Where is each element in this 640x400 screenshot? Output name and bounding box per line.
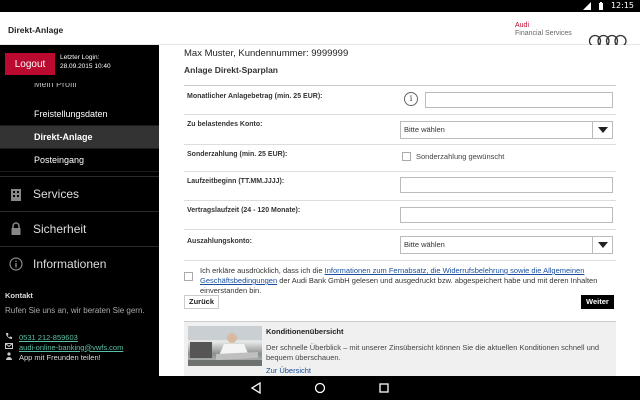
section-title: Anlage Direkt-Sparplan [184, 65, 278, 75]
page-title: Direkt-Anlage [8, 25, 64, 35]
mail-icon [5, 342, 13, 352]
brand-subtitle: Financial Services [515, 30, 572, 37]
form-row-payout-account: Auszahlungskonto: Bitte wählen [184, 230, 616, 261]
last-login-value: 28.09.2015 10:40 [60, 63, 111, 70]
info-icon[interactable]: i [404, 92, 418, 106]
sidebar-item-label: Services [33, 187, 80, 201]
teaser-image [188, 326, 262, 366]
sidebar-item-posteingang[interactable]: Posteingang [0, 149, 159, 172]
special-payment-checkbox[interactable] [402, 152, 411, 161]
contact-heading: Kontakt [5, 291, 33, 300]
share-app[interactable]: App mit Freunden teilen! [5, 352, 101, 362]
select-value: Bitte wählen [404, 125, 445, 134]
sidebar-item-label: Sicherheit [33, 222, 87, 236]
recents-square-icon [379, 383, 389, 393]
sidebar: Logout Letzter Login: 28.09.2015 10:40 M… [0, 45, 159, 376]
last-login: Letzter Login: 28.09.2015 10:40 [60, 53, 111, 71]
start-date-input[interactable] [400, 177, 613, 193]
back-triangle-icon [250, 382, 261, 394]
navigation-bar [0, 376, 640, 400]
chevron-down-icon [592, 122, 612, 138]
status-time: 12:15 [610, 1, 634, 10]
debit-account-select[interactable]: Bitte wählen [400, 121, 613, 139]
teaser-heading: Konditionenübersicht [266, 327, 344, 336]
sidebar-item-label: Informationen [33, 257, 107, 271]
payout-account-select[interactable]: Bitte wählen [400, 236, 613, 254]
form-row-debit-account: Zu belastendes Konto: Bitte wählen [184, 115, 616, 145]
share-link[interactable]: App mit Freunden teilen! [19, 353, 101, 362]
home-nav-button[interactable] [313, 381, 327, 395]
lock-icon [9, 222, 23, 236]
consent-prefix: Ich erkläre ausdrücklich, dass ich die [200, 266, 325, 275]
sidebar-item-sicherheit[interactable]: Sicherheit [0, 211, 159, 246]
special-payment-checkbox-label: Sonderzahlung gewünscht [416, 152, 505, 161]
amount-label: Monatlicher Anlagebetrag (min. 25 EUR): [187, 93, 323, 100]
duration-label: Vertragslaufzeit (24 - 120 Monate): [187, 207, 301, 214]
contact-phone[interactable]: 0531 212-859603 [5, 332, 78, 342]
email-link[interactable]: audi-online-banking@vwfs.com [19, 343, 123, 352]
teaser-link[interactable]: Zur Übersicht [266, 366, 311, 375]
start-label: Laufzeitbeginn (TT.MM.JJJJ): [187, 178, 285, 185]
savings-plan-form: Monatlicher Anlagebetrag (min. 25 EUR): … [184, 85, 616, 261]
payout-account-label: Auszahlungskonto: [187, 238, 252, 245]
sidebar-item-freistellungsdaten[interactable]: Freistellungsdaten [0, 103, 159, 126]
sidebar-item-services[interactable]: Services [0, 176, 159, 211]
logout-button[interactable]: Logout [5, 53, 55, 75]
customer-info: Max Muster, Kundennummer: 9999999 [184, 48, 349, 59]
form-row-amount: Monatlicher Anlagebetrag (min. 25 EUR): … [184, 86, 616, 115]
sidebar-item-profile[interactable]: Mein Profil [34, 83, 77, 89]
contact-email[interactable]: audi-online-banking@vwfs.com [5, 342, 123, 352]
info-icon [9, 257, 23, 271]
form-row-special-payment: Sonderzahlung (min. 25 EUR): Sonderzahlu… [184, 145, 616, 172]
battery-icon [598, 1, 603, 10]
sidebar-item-informationen[interactable]: Informationen [0, 246, 159, 281]
recents-nav-button[interactable] [377, 381, 391, 395]
consent-text: Ich erkläre ausdrücklich, dass ich die I… [200, 266, 610, 296]
status-bar: 12:15 [0, 0, 640, 12]
next-button[interactable]: Weiter [581, 295, 614, 309]
sidebar-item-direkt-anlage[interactable]: Direkt-Anlage [0, 126, 159, 149]
chevron-down-icon [592, 237, 612, 253]
last-login-label: Letzter Login: [60, 54, 100, 61]
home-circle-icon [314, 382, 326, 394]
back-nav-button[interactable] [249, 381, 263, 395]
brand-name: Audi [515, 22, 530, 29]
phone-icon [5, 332, 13, 342]
select-value: Bitte wählen [404, 240, 445, 249]
amount-input[interactable] [425, 92, 613, 108]
status-icons: 12:15 [582, 1, 634, 10]
phone-link[interactable]: 0531 212-859603 [19, 333, 78, 342]
main-content: Max Muster, Kundennummer: 9999999 Anlage… [159, 45, 640, 376]
share-icon [5, 352, 13, 362]
brand-text: Audi Financial Services [515, 22, 572, 38]
building-icon [9, 187, 23, 201]
form-row-duration: Vertragslaufzeit (24 - 120 Monate): [184, 201, 616, 230]
contact-text: Rufen Sie uns an, wir beraten Sie gern. [5, 306, 145, 315]
conditions-teaser: Konditionenübersicht Der schnelle Überbl… [184, 321, 616, 376]
form-row-start: Laufzeitbeginn (TT.MM.JJJJ): [184, 172, 616, 201]
consent-checkbox[interactable] [184, 272, 193, 281]
teaser-text: Der schnelle Überblick – mit unserer Zin… [266, 343, 600, 362]
signal-icon [582, 1, 591, 10]
duration-input[interactable] [400, 207, 613, 223]
debit-account-label: Zu belastendes Konto: [187, 121, 263, 128]
app-header: Direkt-Anlage Audi Financial Services [0, 12, 640, 48]
back-button[interactable]: Zurück [184, 295, 220, 309]
special-payment-label: Sonderzahlung (min. 25 EUR): [187, 151, 288, 158]
